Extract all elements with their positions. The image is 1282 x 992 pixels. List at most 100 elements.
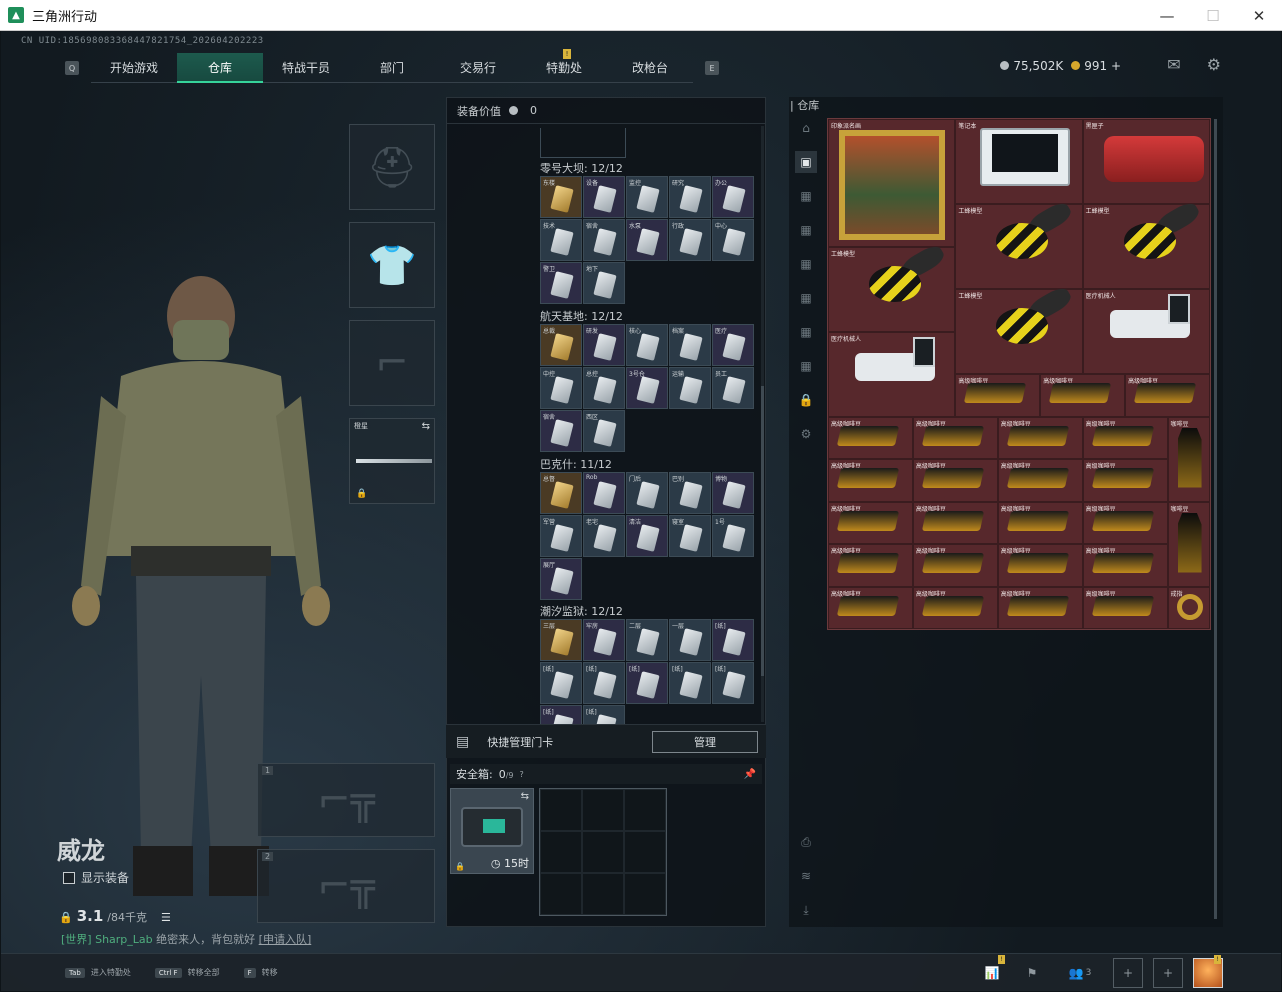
safe-slot[interactable]: [540, 873, 582, 915]
keycard[interactable]: 医疗: [712, 324, 754, 366]
keycard[interactable]: 行政: [669, 219, 711, 261]
storage-tab-3-icon[interactable]: ▦: [795, 219, 817, 241]
add-gold-icon[interactable]: +: [1111, 59, 1121, 73]
minimize-button[interactable]: —: [1144, 0, 1190, 31]
safe-slot[interactable]: [624, 831, 666, 873]
storage-layers-icon[interactable]: ≋: [795, 865, 817, 887]
keycard[interactable]: 巴别: [669, 472, 711, 514]
chat-join-link[interactable]: [申请入队]: [259, 933, 312, 946]
keycard[interactable]: [纸]: [669, 662, 711, 704]
keycard[interactable]: 三层: [540, 619, 582, 661]
keycard[interactable]: Rob: [583, 472, 625, 514]
storage-tab-5-icon[interactable]: ▦: [795, 287, 817, 309]
helmet-slot[interactable]: ⛑: [349, 124, 435, 210]
keycard[interactable]: 中控: [540, 367, 582, 409]
tab-start-game[interactable]: 开始游戏: [91, 53, 177, 83]
storage-tab-all-icon[interactable]: ⌂: [795, 117, 817, 139]
storage-item[interactable]: 高级咖啡豆: [912, 501, 998, 544]
keycard[interactable]: [纸]: [712, 662, 754, 704]
storage-item[interactable]: 高级咖啡豆: [912, 544, 998, 587]
stats-icon[interactable]: 📊!: [977, 955, 1007, 988]
keycard[interactable]: 技术: [540, 219, 582, 261]
storage-item[interactable]: 高级咖啡豆: [1082, 459, 1168, 502]
primary-weapon-slot-1[interactable]: 1 ⌐╦: [257, 763, 435, 837]
storage-tab-valuables-icon[interactable]: ▣: [795, 151, 817, 173]
keycard[interactable]: 军营: [540, 515, 582, 557]
keycard-scrollbar[interactable]: [761, 126, 764, 722]
safe-slot[interactable]: [624, 873, 666, 915]
melee-slot[interactable]: 橙星 ⇆ 🔒: [349, 418, 435, 504]
safe-box-grid[interactable]: [539, 788, 667, 916]
storage-item[interactable]: 高级咖啡豆: [1082, 544, 1168, 587]
keycard[interactable]: 一层: [669, 619, 711, 661]
storage-scrollbar[interactable]: [1214, 119, 1217, 919]
safe-slot[interactable]: [540, 789, 582, 831]
storage-item[interactable]: 工蜂模型: [1082, 199, 1210, 289]
storage-item[interactable]: 咖啡豆: [1167, 501, 1210, 587]
help-icon[interactable]: ?: [520, 770, 524, 779]
keycard[interactable]: 门后: [626, 472, 668, 514]
nav-prev-key[interactable]: Q: [65, 61, 79, 75]
storage-item[interactable]: 医疗机械人: [1082, 289, 1210, 374]
keycard[interactable]: 西区: [583, 410, 625, 452]
keycard[interactable]: 二层: [626, 619, 668, 661]
keycard[interactable]: 宿舍: [583, 219, 625, 261]
pistol-slot[interactable]: ⌐: [349, 320, 435, 406]
safe-slot[interactable]: [582, 873, 624, 915]
keycard[interactable]: 寝室: [669, 515, 711, 557]
keycard[interactable]: 水泵: [626, 219, 668, 261]
keycard[interactable]: [纸]: [583, 662, 625, 704]
scrollbar-thumb[interactable]: [1214, 119, 1217, 919]
storage-settings-icon[interactable]: ⚙: [795, 423, 817, 445]
storage-item[interactable]: 高级咖啡豆: [1082, 501, 1168, 544]
tab-department[interactable]: 部门: [349, 53, 435, 83]
keycard[interactable]: 运输: [669, 367, 711, 409]
team-icon[interactable]: 👥 3: [1057, 958, 1103, 988]
armor-slot[interactable]: 👕: [349, 222, 435, 308]
keycard[interactable]: 展厅: [540, 558, 582, 600]
storage-item[interactable]: 医疗机械人: [828, 331, 956, 417]
storage-item[interactable]: 高级咖啡豆: [828, 586, 913, 629]
swap-icon[interactable]: ⇆: [422, 421, 430, 432]
storage-tab-6-icon[interactable]: ▦: [795, 321, 817, 343]
keycard[interactable]: 档案: [669, 324, 711, 366]
storage-item[interactable]: 工蜂模型: [955, 284, 1083, 374]
keycard[interactable]: [纸]: [626, 662, 668, 704]
tab-warehouse[interactable]: 仓库: [177, 53, 263, 83]
storage-item[interactable]: 高级咖啡豆: [997, 416, 1083, 459]
keycard[interactable]: 宿舍: [540, 410, 582, 452]
storage-item[interactable]: 高级咖啡豆: [1082, 416, 1168, 459]
keycard[interactable]: [纸]: [540, 705, 582, 724]
hint-special-ops[interactable]: Tab 进入特勤处: [65, 967, 131, 978]
storage-item[interactable]: 高级咖啡豆: [912, 416, 998, 459]
maximize-button[interactable]: ☐: [1190, 0, 1236, 31]
scrollbar-thumb[interactable]: [761, 386, 764, 676]
add-teammate-button[interactable]: +: [1153, 958, 1183, 988]
show-equipment-toggle[interactable]: 显示装备: [63, 869, 129, 886]
keycard[interactable]: 3号仓: [626, 367, 668, 409]
safe-box-item[interactable]: ⇆ 🔒 ◷ 15时: [450, 788, 534, 874]
keycard[interactable]: 1号: [712, 515, 754, 557]
keycard[interactable]: 设备: [583, 176, 625, 218]
keycard[interactable]: 东楼: [540, 176, 582, 218]
storage-sort-icon[interactable]: ⎙: [795, 831, 817, 853]
tab-trading[interactable]: 交易行: [435, 53, 521, 83]
safe-slot[interactable]: [624, 789, 666, 831]
storage-item[interactable]: 高级咖啡豆: [828, 544, 913, 587]
hint-transfer-all[interactable]: Ctrl F 转移全部: [154, 967, 220, 978]
storage-item[interactable]: 工蜂模型: [955, 199, 1083, 289]
storage-item[interactable]: 咖啡豆: [1167, 416, 1210, 502]
nav-next-key[interactable]: E: [705, 61, 719, 75]
tab-special-ops[interactable]: 特勤处 !: [521, 49, 607, 83]
tab-gunsmith[interactable]: 改枪台: [607, 53, 693, 83]
storage-item[interactable]: 高级咖啡豆: [997, 501, 1083, 544]
storage-tab-2-icon[interactable]: ▦: [795, 185, 817, 207]
storage-tab-7-icon[interactable]: ▦: [795, 355, 817, 377]
keycard[interactable]: 监控: [626, 176, 668, 218]
storage-item[interactable]: 笔记本: [955, 119, 1083, 204]
keycard[interactable]: 员工: [712, 367, 754, 409]
storage-item[interactable]: 高级咖啡豆: [997, 459, 1083, 502]
storage-item[interactable]: 高级咖啡豆: [1082, 586, 1168, 629]
keycard[interactable]: [纸]: [583, 705, 625, 724]
storage-item[interactable]: 黑匣子: [1082, 119, 1210, 204]
